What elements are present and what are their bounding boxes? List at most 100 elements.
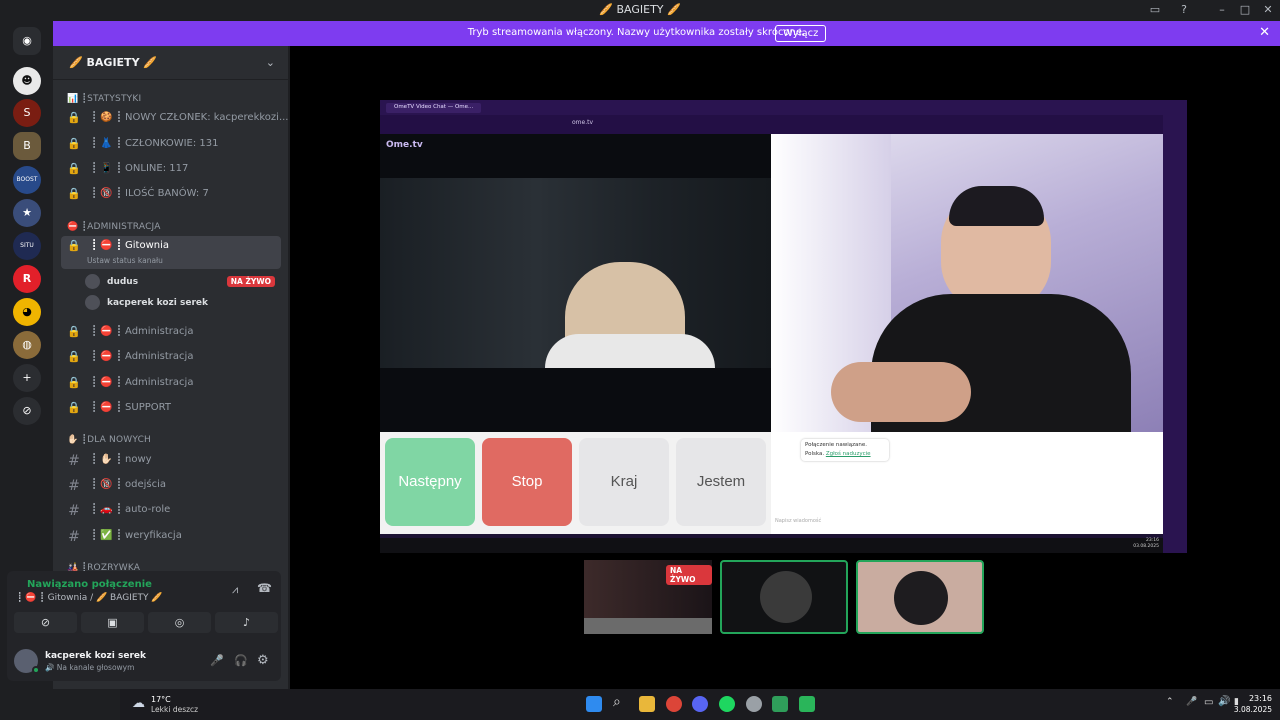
next-button[interactable]: Następny <box>385 438 475 526</box>
lock-icon: 🔒 <box>67 350 81 363</box>
server-icon[interactable]: SITU <box>13 232 41 260</box>
voice-user[interactable]: dudus NA ŻYWO <box>85 274 281 292</box>
channel-admin[interactable]: 🔒 ┋ ⛔ ┋ Administracja <box>61 373 281 395</box>
channel-text[interactable]: # ┋ ✅ ┋ weryfikacja <box>61 526 281 548</box>
channel-gitownia[interactable]: 🔒 ┋ ⛔ ┋ Gitownia Ustaw status kanału <box>61 236 281 269</box>
voice-user-name: kacperek kozi serek <box>107 298 208 308</box>
chat-input[interactable]: Napisz wiadomość <box>775 518 821 524</box>
microphone-icon[interactable]: 🎤 <box>1186 697 1197 707</box>
search-icon[interactable]: ⌕ <box>613 694 621 710</box>
stream-preview-bar <box>584 618 712 634</box>
channel-stat[interactable]: 🔒 ┋ 📱 ┋ ONLINE: 117 <box>61 159 281 181</box>
server-header[interactable]: 🥖 BAGIETY 🥖 ⌄ <box>53 46 289 80</box>
channel-text[interactable]: # ┋ 🔞 ┋ odejścia <box>61 475 281 497</box>
gender-button[interactable]: Jestem <box>676 438 766 526</box>
chevron-up-icon[interactable]: ⌃ <box>1166 697 1174 707</box>
gear-icon[interactable]: ⚙ <box>257 653 269 668</box>
lock-icon: 🔒 <box>67 239 81 252</box>
noise-suppression-icon[interactable]: ⩘ <box>232 583 238 597</box>
clock-date[interactable]: 3.08.2025 <box>1226 705 1272 714</box>
clock-time[interactable]: 23:16 <box>1238 694 1272 703</box>
avatar <box>760 571 812 623</box>
chat-connected-text: Połączenie nawiązane. <box>805 442 867 448</box>
weather-icon[interactable]: ☁ <box>132 696 145 711</box>
file-explorer-icon[interactable] <box>639 696 655 712</box>
voice-status[interactable]: Nawiązano połączenie <box>27 579 152 590</box>
participant-tile[interactable] <box>856 560 984 634</box>
server-icon[interactable]: ☻ <box>13 67 41 95</box>
close-icon[interactable]: ✕ <box>1259 25 1270 40</box>
channel-stat[interactable]: 🔒 ┋ 🍪 ┋ NOWY CZŁONEK: kacperekkozi... <box>61 108 288 130</box>
streamer-mode-banner: Tryb streamowania włączony. Nazwy użytko… <box>53 21 1280 46</box>
screen-share-video[interactable]: OmeTV Video Chat — Ome... ome.tv Ome.tv … <box>380 100 1187 553</box>
server-name: 🥖 BAGIETY 🥖 <box>69 56 158 69</box>
channel-stat[interactable]: 🔒 ┋ 🔞 ┋ ILOŚĆ BANÓW: 7 <box>61 184 281 206</box>
channel-text[interactable]: # ┋ 🚗 ┋ auto-role <box>61 500 281 522</box>
live-badge: NA ŻYWO <box>226 276 275 287</box>
voice-channel-path[interactable]: ┋ ⛔ ┋ Gitownia / 🥖 BAGIETY 🥖 <box>17 593 163 603</box>
activity-button[interactable]: ◎ <box>148 612 211 633</box>
headphones-icon[interactable]: 🎧 <box>234 654 248 667</box>
participant-tile[interactable] <box>720 560 848 634</box>
windows-start-icon[interactable] <box>586 696 602 712</box>
screen-share-button[interactable]: ▣ <box>81 612 144 633</box>
channel-status-hint[interactable]: Ustaw status kanału <box>87 256 163 265</box>
add-server-icon[interactable]: + <box>13 364 41 392</box>
weather-temp: 17°C <box>151 695 171 704</box>
lock-icon: 🔒 <box>67 401 81 414</box>
inbox-icon[interactable]: ▭ <box>1146 2 1164 18</box>
channel-label: ┋ ✅ ┋ weryfikacja <box>91 530 182 541</box>
server-icon-active[interactable]: B <box>13 132 41 160</box>
server-icon[interactable]: R <box>13 265 41 293</box>
stop-button[interactable]: Stop <box>482 438 572 526</box>
server-icon[interactable]: BOOST <box>13 166 41 194</box>
camera-off-button[interactable]: ⊘ <box>14 612 77 633</box>
app-icon[interactable] <box>799 696 815 712</box>
avatar <box>85 295 100 310</box>
channel-label: ┋ ⛔ ┋ Gitownia <box>91 240 170 251</box>
discover-icon[interactable]: ⊘ <box>13 397 41 425</box>
server-icon[interactable]: ◍ <box>13 331 41 359</box>
browser-url: ome.tv <box>572 119 594 126</box>
category-newbies[interactable]: ✋🏻 ┋DLA NOWYCH <box>67 435 151 445</box>
disconnect-icon[interactable]: ☎ <box>257 581 272 595</box>
report-link[interactable]: Zgłoś naduzycie <box>826 451 871 457</box>
country-button[interactable]: Kraj <box>579 438 669 526</box>
excel-icon[interactable] <box>772 696 788 712</box>
participant-tile-stream[interactable]: NA ŻYWO <box>584 560 712 634</box>
channel-stat[interactable]: 🔒 ┋ 👗 ┋ CZŁONKOWIE: 131 <box>61 134 281 156</box>
chat-message: Połączenie nawiązane. Polska. Zgłoś nadu… <box>801 439 889 461</box>
channel-admin[interactable]: 🔒 ┋ ⛔ ┋ Administracja <box>61 347 281 369</box>
shared-taskbar: 23:16 03.08.2025 <box>380 538 1163 553</box>
category-stats[interactable]: 📊 ┋STATYSTYKI <box>67 94 141 104</box>
ometv-chat: Połączenie nawiązane. Polska. Zgłoś nadu… <box>771 432 1163 534</box>
ometv-logo: Ome.tv <box>386 140 423 150</box>
channel-label: ┋ 🔞 ┋ odejścia <box>91 479 167 490</box>
microphone-icon[interactable]: 🎤 <box>210 654 224 667</box>
channel-text[interactable]: # ┋ ✋🏻 ┋ nowy <box>61 450 281 472</box>
discord-home-icon[interactable]: ◉ <box>13 27 41 55</box>
app-icon[interactable] <box>746 696 762 712</box>
server-icon[interactable]: ★ <box>13 199 41 227</box>
channel-admin[interactable]: 🔒 ┋ ⛔ ┋ Administracja <box>61 322 281 344</box>
server-icon[interactable]: S <box>13 99 41 127</box>
server-icon[interactable]: ◕ <box>13 298 41 326</box>
voice-user[interactable]: kacperek kozi serek <box>85 295 281 313</box>
category-admin[interactable]: ⛔ ┋ADMINISTRACJA <box>67 222 161 232</box>
lock-icon: 🔒 <box>67 111 81 124</box>
avatar <box>894 571 948 625</box>
lock-icon: 🔒 <box>67 187 81 200</box>
disable-streamer-mode-button[interactable]: Wyłącz <box>775 25 827 42</box>
browser-address-bar: ome.tv <box>380 115 1187 134</box>
close-button[interactable]: ✕ <box>1259 2 1277 18</box>
minimize-button[interactable]: – <box>1213 2 1231 18</box>
discord-icon[interactable] <box>692 696 708 712</box>
channel-support[interactable]: 🔒 ┋ ⛔ ┋ SUPPORT <box>61 398 281 420</box>
local-camera-view: Ome.tv <box>380 134 771 432</box>
network-icon[interactable]: ▭ <box>1204 697 1213 708</box>
chrome-icon[interactable] <box>666 696 682 712</box>
help-icon[interactable]: ? <box>1175 2 1193 18</box>
soundboard-button[interactable]: ♪ <box>215 612 278 633</box>
maximize-button[interactable]: □ <box>1236 2 1254 18</box>
spotify-icon[interactable] <box>719 696 735 712</box>
